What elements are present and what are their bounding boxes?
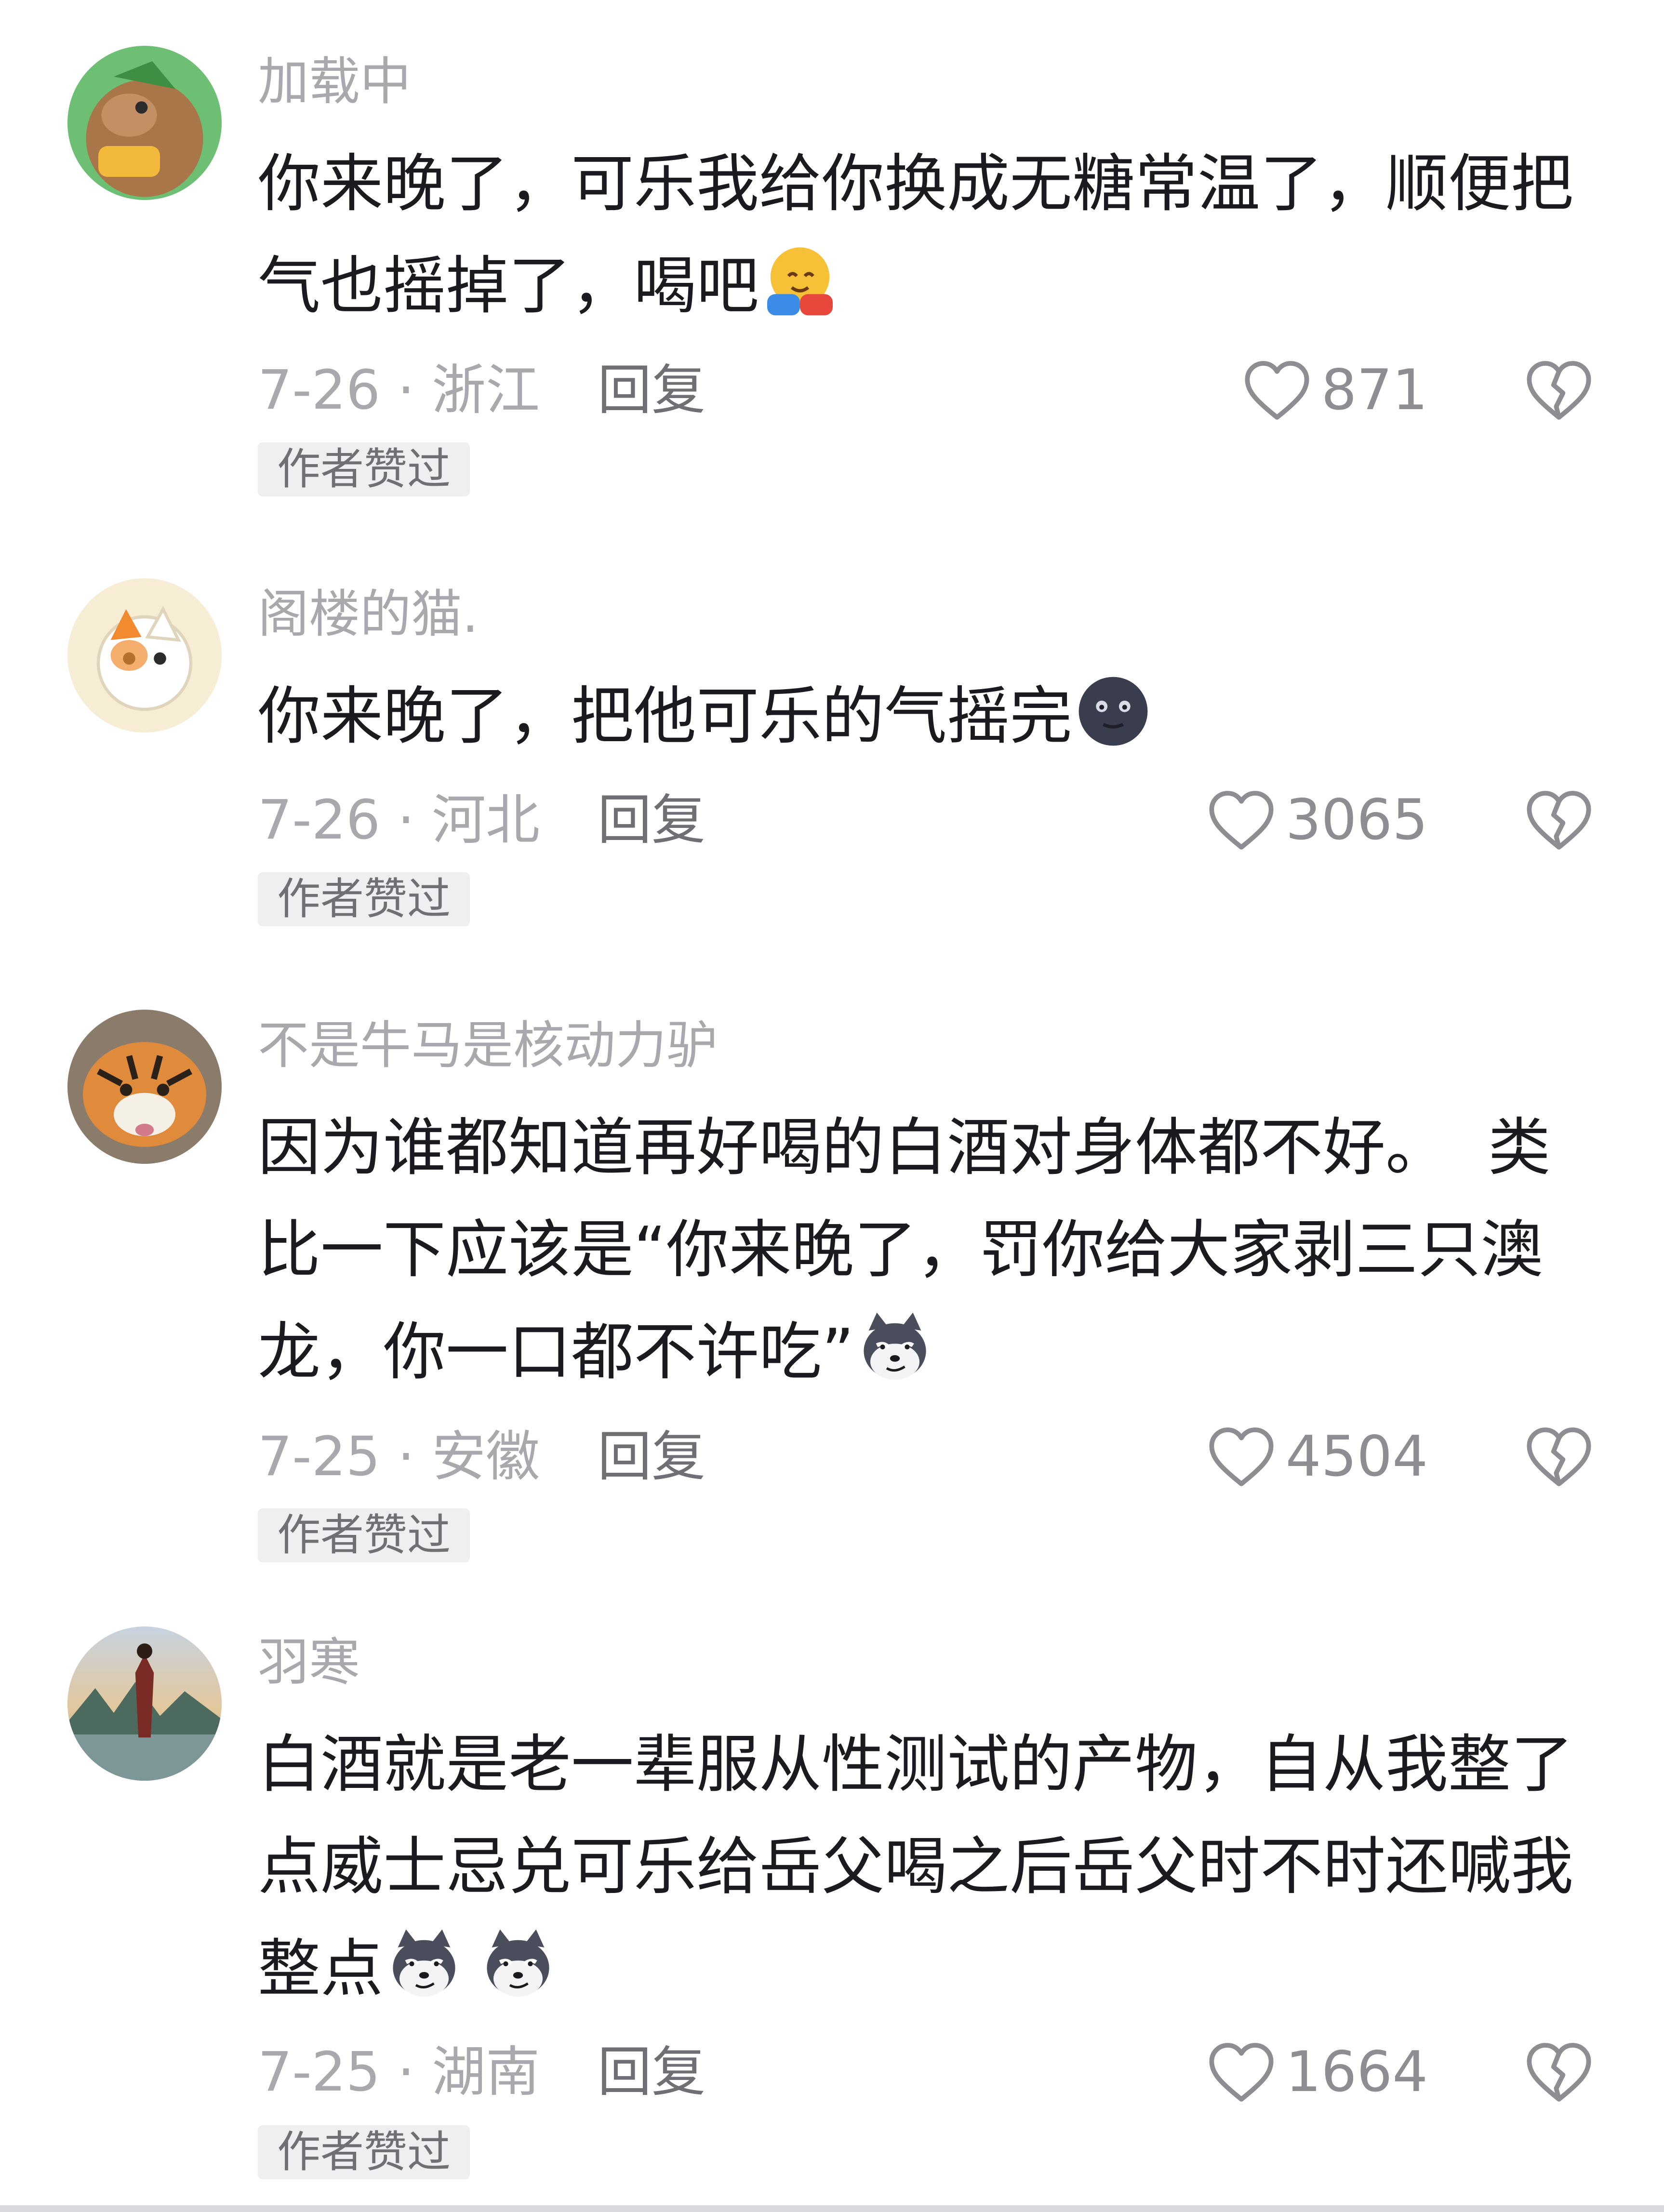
heart-outline-icon <box>1208 2041 1275 2104</box>
like-button[interactable]: 3065 <box>1208 789 1428 852</box>
smug-dog-emoji <box>477 1923 559 2005</box>
like-count: 871 <box>1321 358 1428 423</box>
bottom-divider <box>0 2205 1664 2212</box>
smug-dog-emoji <box>854 1306 936 1388</box>
like-button[interactable]: 1664 <box>1208 2041 1428 2104</box>
comment-text-line: 白酒就是老一辈服从性测试的产物，自从我整了 <box>258 1728 1574 1801</box>
new-moon-face-emoji <box>1072 670 1154 752</box>
comment-text-line: 整点 <box>258 1918 1607 2020</box>
avatar[interactable] <box>67 1626 222 1781</box>
comment-text-fragment: 龙，你一口都不许吃” <box>258 1315 854 1388</box>
comment-text-fragment: 气也摇掉了，喝吧 <box>258 249 759 322</box>
comment-text-line: 你来晚了，把他可乐的气摇完 <box>258 665 1607 767</box>
comment-date-location: 7-26 · 河北 <box>258 789 540 852</box>
comment-text: 因为谁都知道再好喝的白酒对身体都不好。 类 比一下应该是“你来晚了，罚你给大家剥… <box>258 1096 1607 1403</box>
author-liked-badge: 作者赞过 <box>258 442 470 496</box>
like-button[interactable]: 871 <box>1243 359 1428 422</box>
comment-text-line: 点威士忌兑可乐给岳父喝之后岳父时不时还喊我 <box>258 1830 1574 1903</box>
comment-username[interactable]: 阁楼的猫. <box>258 583 479 646</box>
broken-heart-outline-icon[interactable] <box>1525 2041 1593 2104</box>
like-count: 1664 <box>1285 2039 1428 2105</box>
avatar[interactable] <box>67 1010 222 1164</box>
comment-text-line: 比一下应该是“你来晚了，罚你给大家剥三只澳 <box>258 1213 1544 1286</box>
comment-username[interactable]: 加载中 <box>258 51 411 113</box>
comment-text: 白酒就是老一辈服从性测试的产物，自从我整了 点威士忌兑可乐给岳父喝之后岳父时不时… <box>258 1713 1607 2020</box>
reply-button[interactable]: 回复 <box>598 1426 706 1488</box>
comment-username[interactable]: 不是牛马是核动力驴 <box>258 1014 718 1077</box>
comment-text-line: 气也摇掉了，喝吧 <box>258 235 1607 337</box>
avatar[interactable] <box>67 578 222 733</box>
comment-text-line: 因为谁都知道再好喝的白酒对身体都不好。 类 <box>258 1111 1551 1184</box>
heart-outline-icon <box>1208 789 1275 852</box>
broken-heart-outline-icon[interactable] <box>1525 359 1593 422</box>
heart-outline-icon <box>1208 1426 1275 1488</box>
like-button[interactable]: 4504 <box>1208 1426 1428 1488</box>
reply-button[interactable]: 回复 <box>598 359 706 422</box>
comment-date-location: 7-25 · 安徽 <box>258 1426 540 1488</box>
smug-dog-emoji <box>383 1923 465 2005</box>
hugging-face-emoji <box>759 240 841 322</box>
comment-text-line: 你来晚了，可乐我给你换成无糖常温了，顺便把 <box>258 147 1574 220</box>
author-liked-badge: 作者赞过 <box>258 1508 470 1562</box>
heart-outline-icon <box>1243 359 1311 422</box>
comment-text-fragment: 整点 <box>258 1932 384 2005</box>
comment-username[interactable]: 羽寒 <box>258 1631 360 1694</box>
comment-text: 你来晚了，把他可乐的气摇完 <box>258 665 1607 767</box>
reply-button[interactable]: 回复 <box>598 2041 706 2104</box>
comment-date-location: 7-25 · 湖南 <box>258 2041 540 2104</box>
broken-heart-outline-icon[interactable] <box>1525 1426 1593 1488</box>
comment-date-location: 7-26 · 浙江 <box>258 359 540 422</box>
avatar[interactable] <box>67 46 222 200</box>
like-count: 4504 <box>1285 1424 1428 1489</box>
author-liked-badge: 作者赞过 <box>258 872 470 926</box>
broken-heart-outline-icon[interactable] <box>1525 789 1593 852</box>
reply-button[interactable]: 回复 <box>598 789 706 852</box>
comment-text-fragment: 你来晚了，把他可乐的气摇完 <box>258 680 1073 753</box>
comment-text-line: 龙，你一口都不许吃” <box>258 1301 1607 1403</box>
author-liked-badge: 作者赞过 <box>258 2125 470 2179</box>
like-count: 3065 <box>1285 787 1428 853</box>
comment-text: 你来晚了，可乐我给你换成无糖常温了，顺便把 气也摇掉了，喝吧 <box>258 133 1607 337</box>
